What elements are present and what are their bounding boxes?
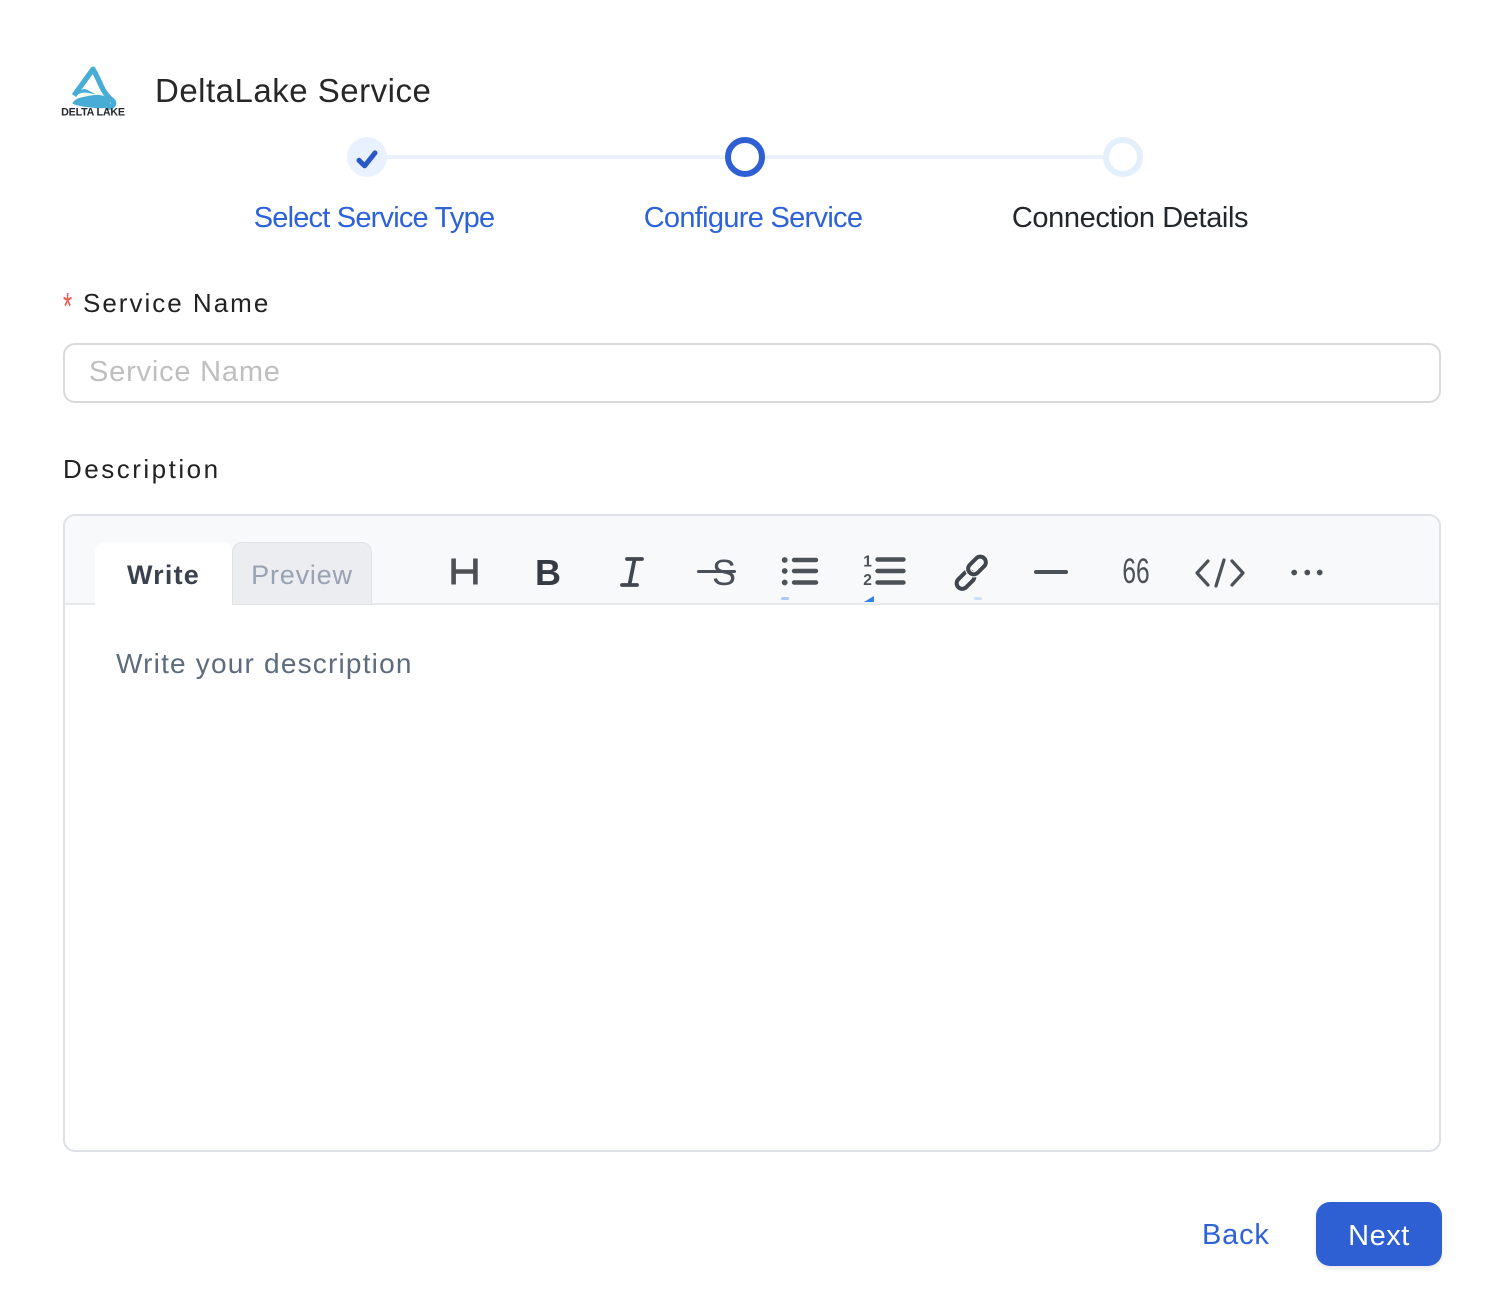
svg-text:DELTA LAKE: DELTA LAKE	[61, 107, 125, 119]
svg-text:2: 2	[863, 572, 872, 589]
svg-text:1: 1	[863, 554, 872, 571]
